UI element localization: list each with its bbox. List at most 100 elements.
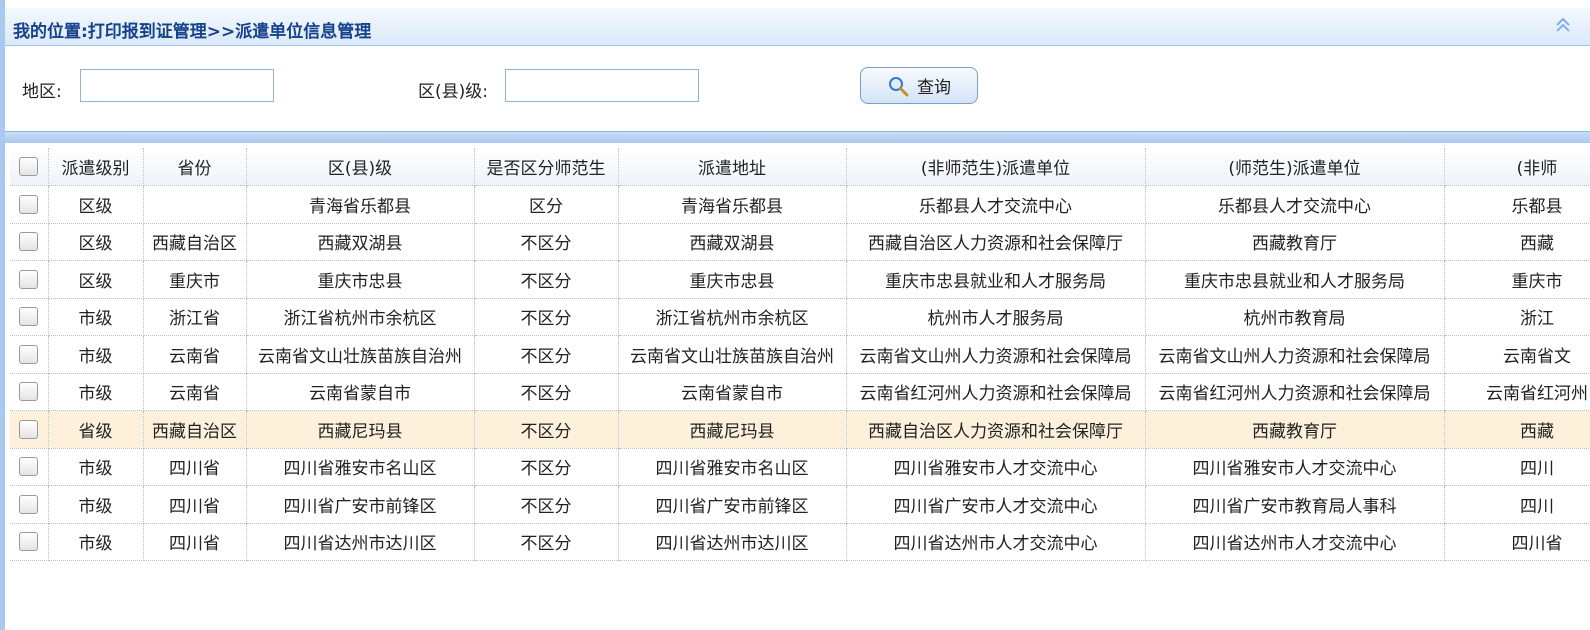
table-row[interactable]: 市级 浙江省 浙江省杭州市余杭区 不区分 浙江省杭州市余杭区 杭州市人才服务局 杭州市教育局… bbox=[10, 298, 1590, 336]
select-all-checkbox[interactable] bbox=[19, 157, 39, 176]
row-select-cell[interactable] bbox=[10, 448, 49, 486]
row-select-cell[interactable] bbox=[10, 260, 49, 299]
section-divider bbox=[5, 131, 1590, 143]
row-select-cell[interactable] bbox=[10, 410, 49, 449]
table-cell: 市级 bbox=[48, 485, 144, 524]
row-checkbox[interactable] bbox=[19, 307, 39, 327]
table-cell: 浙江省杭州市余杭区 bbox=[618, 298, 847, 336]
results-table-wrapper[interactable]: 派遣级别 省份 区(县)级 是否区分师范生 派遣地址 (非师范生)派遣单位 (师… bbox=[10, 148, 1590, 630]
row-select-cell[interactable] bbox=[10, 523, 49, 561]
title-bar: 我的位置:打印报到证管理>>派遣单位信息管理 bbox=[5, 8, 1590, 46]
table-cell: 杭州市人才服务局 bbox=[846, 298, 1146, 336]
table-cell: 云南省 bbox=[143, 373, 247, 411]
table-cell: 区级 bbox=[48, 185, 144, 224]
table-row[interactable]: 区级 西藏自治区 西藏双湖县 不区分 西藏双湖县 西藏自治区人力资源和社会保障厅 西藏教育厅… bbox=[10, 223, 1590, 261]
table-cell: 四川 bbox=[1444, 485, 1590, 524]
table-header-row: 派遣级别 省份 区(县)级 是否区分师范生 派遣地址 (非师范生)派遣单位 (师… bbox=[10, 148, 1590, 186]
table-cell: 西藏 bbox=[1444, 410, 1590, 449]
table-cell: 云南省文山壮族苗族自治州 bbox=[246, 335, 475, 374]
table-cell: 四川省雅安市人才交流中心 bbox=[846, 448, 1146, 486]
row-select-cell[interactable] bbox=[10, 223, 49, 261]
table-cell: 西藏自治区 bbox=[143, 410, 247, 449]
table-cell: 西藏尼玛县 bbox=[246, 410, 475, 449]
column-header: 派遣地址 bbox=[618, 148, 847, 186]
table-cell: 市级 bbox=[48, 523, 144, 561]
district-label: 区(县)级: bbox=[418, 82, 488, 102]
row-select-cell[interactable] bbox=[10, 298, 49, 336]
table-cell: 云南省文山壮族苗族自治州 bbox=[618, 335, 847, 374]
select-all-cell[interactable] bbox=[10, 148, 49, 186]
table-row[interactable]: 区级 青海省乐都县 区分 青海省乐都县 乐都县人才交流中心 乐都县人才交流中心 乐都县 bbox=[10, 185, 1590, 224]
table-row[interactable]: 区级 重庆市 重庆市忠县 不区分 重庆市忠县 重庆市忠县就业和人才服务局 重庆市忠县就业和人… bbox=[10, 260, 1590, 299]
table-cell: 市级 bbox=[48, 298, 144, 336]
table-cell: 云南省蒙自市 bbox=[246, 373, 475, 411]
table-body: 区级 青海省乐都县 区分 青海省乐都县 乐都县人才交流中心 乐都县人才交流中心 乐都县 区级西… bbox=[10, 185, 1590, 561]
table-cell: 四川省广安市前锋区 bbox=[618, 485, 847, 524]
table-cell: 四川省达州市人才交流中心 bbox=[1145, 523, 1445, 561]
table-cell: 西藏教育厅 bbox=[1145, 410, 1445, 449]
table-cell: 青海省乐都县 bbox=[618, 185, 847, 224]
table-cell: 四川省 bbox=[143, 448, 247, 486]
row-select-cell[interactable] bbox=[10, 373, 49, 411]
table-cell: 云南省文山州人力资源和社会保障局 bbox=[846, 335, 1146, 374]
table-cell bbox=[143, 185, 247, 224]
table-cell: 市级 bbox=[48, 373, 144, 411]
table-cell: 区级 bbox=[48, 260, 144, 299]
column-header: 区(县)级 bbox=[246, 148, 475, 186]
column-header: (师范生)派遣单位 bbox=[1145, 148, 1445, 186]
table-cell: 四川省雅安市名山区 bbox=[246, 448, 475, 486]
table-cell: 乐都县人才交流中心 bbox=[846, 185, 1146, 224]
table-cell: 四川省达州市达川区 bbox=[246, 523, 475, 561]
row-checkbox[interactable] bbox=[19, 532, 39, 552]
table-cell: 云南省文 bbox=[1444, 335, 1590, 374]
collapse-up-icon[interactable] bbox=[1554, 16, 1572, 34]
table-row[interactable]: 市级 四川省 四川省达州市达川区 不区分 四川省达州市达川区 四川省达州市人才交流中心 四川… bbox=[10, 523, 1590, 561]
table-cell: 不区分 bbox=[474, 223, 619, 261]
table-row[interactable]: 市级 四川省 四川省雅安市名山区 不区分 四川省雅安市名山区 四川省雅安市人才交流中心 四川… bbox=[10, 448, 1590, 486]
table-cell: 不区分 bbox=[474, 373, 619, 411]
row-checkbox[interactable] bbox=[19, 382, 39, 402]
row-checkbox[interactable] bbox=[19, 344, 39, 364]
table-cell: 云南省文山州人力资源和社会保障局 bbox=[1145, 335, 1445, 374]
table-cell: 重庆市 bbox=[1444, 260, 1590, 299]
table-cell: 市级 bbox=[48, 448, 144, 486]
table-cell: 云南省红河州人力资源和社会保障局 bbox=[1145, 373, 1445, 411]
table-cell: 云南省 bbox=[143, 335, 247, 374]
district-input[interactable] bbox=[505, 69, 699, 102]
column-header: 派遣级别 bbox=[48, 148, 144, 186]
table-cell: 浙江省 bbox=[143, 298, 247, 336]
table-row[interactable]: 市级 四川省 四川省广安市前锋区 不区分 四川省广安市前锋区 四川省广安市人才交流中心 四川… bbox=[10, 485, 1590, 524]
table-cell: 不区分 bbox=[474, 298, 619, 336]
row-select-cell[interactable] bbox=[10, 185, 49, 224]
table-cell: 西藏双湖县 bbox=[618, 223, 847, 261]
region-label: 地区: bbox=[22, 82, 62, 102]
row-checkbox[interactable] bbox=[19, 232, 39, 252]
table-row[interactable]: 市级 云南省 云南省文山壮族苗族自治州 不区分 云南省文山壮族苗族自治州 云南省文山州人力… bbox=[10, 335, 1590, 374]
search-panel: 地区: 区(县)级: 查询 bbox=[5, 47, 1590, 131]
row-checkbox[interactable] bbox=[19, 419, 39, 439]
table-cell: 不区分 bbox=[474, 523, 619, 561]
table-cell: 乐都县 bbox=[1444, 185, 1590, 224]
table-cell: 四川省雅安市人才交流中心 bbox=[1145, 448, 1445, 486]
row-checkbox[interactable] bbox=[19, 269, 39, 289]
row-select-cell[interactable] bbox=[10, 335, 49, 374]
row-checkbox[interactable] bbox=[19, 457, 39, 477]
row-checkbox[interactable] bbox=[19, 494, 39, 514]
query-button[interactable]: 查询 bbox=[860, 67, 978, 104]
table-cell: 云南省蒙自市 bbox=[618, 373, 847, 411]
row-select-cell[interactable] bbox=[10, 485, 49, 524]
table-cell: 四川省 bbox=[143, 485, 247, 524]
row-checkbox[interactable] bbox=[19, 194, 39, 214]
table-row[interactable]: 省级 西藏自治区 西藏尼玛县 不区分 西藏尼玛县 西藏自治区人力资源和社会保障厅 西藏教育厅… bbox=[10, 410, 1590, 449]
table-cell: 西藏尼玛县 bbox=[618, 410, 847, 449]
region-input[interactable] bbox=[80, 69, 274, 102]
table-cell: 重庆市忠县 bbox=[618, 260, 847, 299]
table-cell: 市级 bbox=[48, 335, 144, 374]
breadcrumb: 我的位置:打印报到证管理>>派遣单位信息管理 bbox=[13, 22, 372, 42]
table-row[interactable]: 市级 云南省 云南省蒙自市 不区分 云南省蒙自市 云南省红河州人力资源和社会保障局 云南省红… bbox=[10, 373, 1590, 411]
table-cell: 不区分 bbox=[474, 260, 619, 299]
results-table: 派遣级别 省份 区(县)级 是否区分师范生 派遣地址 (非师范生)派遣单位 (师… bbox=[10, 148, 1590, 561]
table-cell: 不区分 bbox=[474, 485, 619, 524]
table-cell: 四川省达州市人才交流中心 bbox=[846, 523, 1146, 561]
table-cell: 不区分 bbox=[474, 448, 619, 486]
